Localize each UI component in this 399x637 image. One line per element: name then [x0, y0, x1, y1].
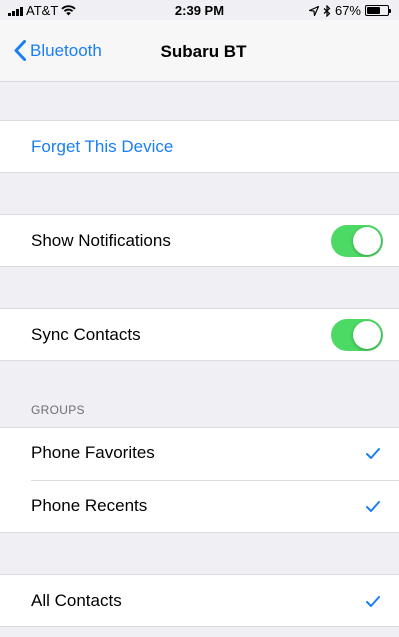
forget-device-label: Forget This Device	[31, 137, 174, 156]
checkmark-icon	[366, 596, 380, 607]
show-notifications-toggle[interactable]	[331, 225, 383, 257]
page-title: Subaru BT	[160, 42, 247, 61]
sync-contacts-row: Sync Contacts	[0, 308, 399, 361]
battery-icon	[365, 5, 391, 16]
battery-fill	[367, 7, 381, 14]
groups-list: Phone Favorites Phone Recents	[0, 427, 399, 533]
list-item-label: Phone Favorites	[31, 443, 155, 462]
status-bar: AT&T 2:39 PM 67%	[0, 0, 399, 20]
all-contacts-row[interactable]: All Contacts	[0, 574, 399, 627]
forget-device-row[interactable]: Forget This Device	[0, 120, 399, 173]
toggle-knob	[353, 227, 381, 255]
checkmark-icon	[366, 501, 380, 512]
navigation-bar: Bluetooth Subaru BT	[0, 20, 399, 82]
show-notifications-row: Show Notifications	[0, 214, 399, 267]
list-item-phone-recents[interactable]: Phone Recents	[0, 481, 399, 533]
checkmark-icon	[366, 448, 380, 459]
list-item-phone-favorites[interactable]: Phone Favorites	[0, 428, 399, 480]
bluetooth-icon	[323, 4, 331, 17]
all-contacts-label: All Contacts	[31, 591, 122, 610]
toggle-knob	[353, 321, 381, 349]
status-right: 67%	[308, 3, 391, 18]
sync-contacts-toggle[interactable]	[331, 319, 383, 351]
groups-section-header: GROUPS	[31, 403, 85, 417]
show-notifications-label: Show Notifications	[31, 231, 171, 250]
sync-contacts-label: Sync Contacts	[31, 325, 141, 344]
list-item-label: Phone Recents	[31, 496, 148, 515]
location-icon	[308, 5, 319, 16]
battery-percent: 67%	[334, 3, 361, 18]
